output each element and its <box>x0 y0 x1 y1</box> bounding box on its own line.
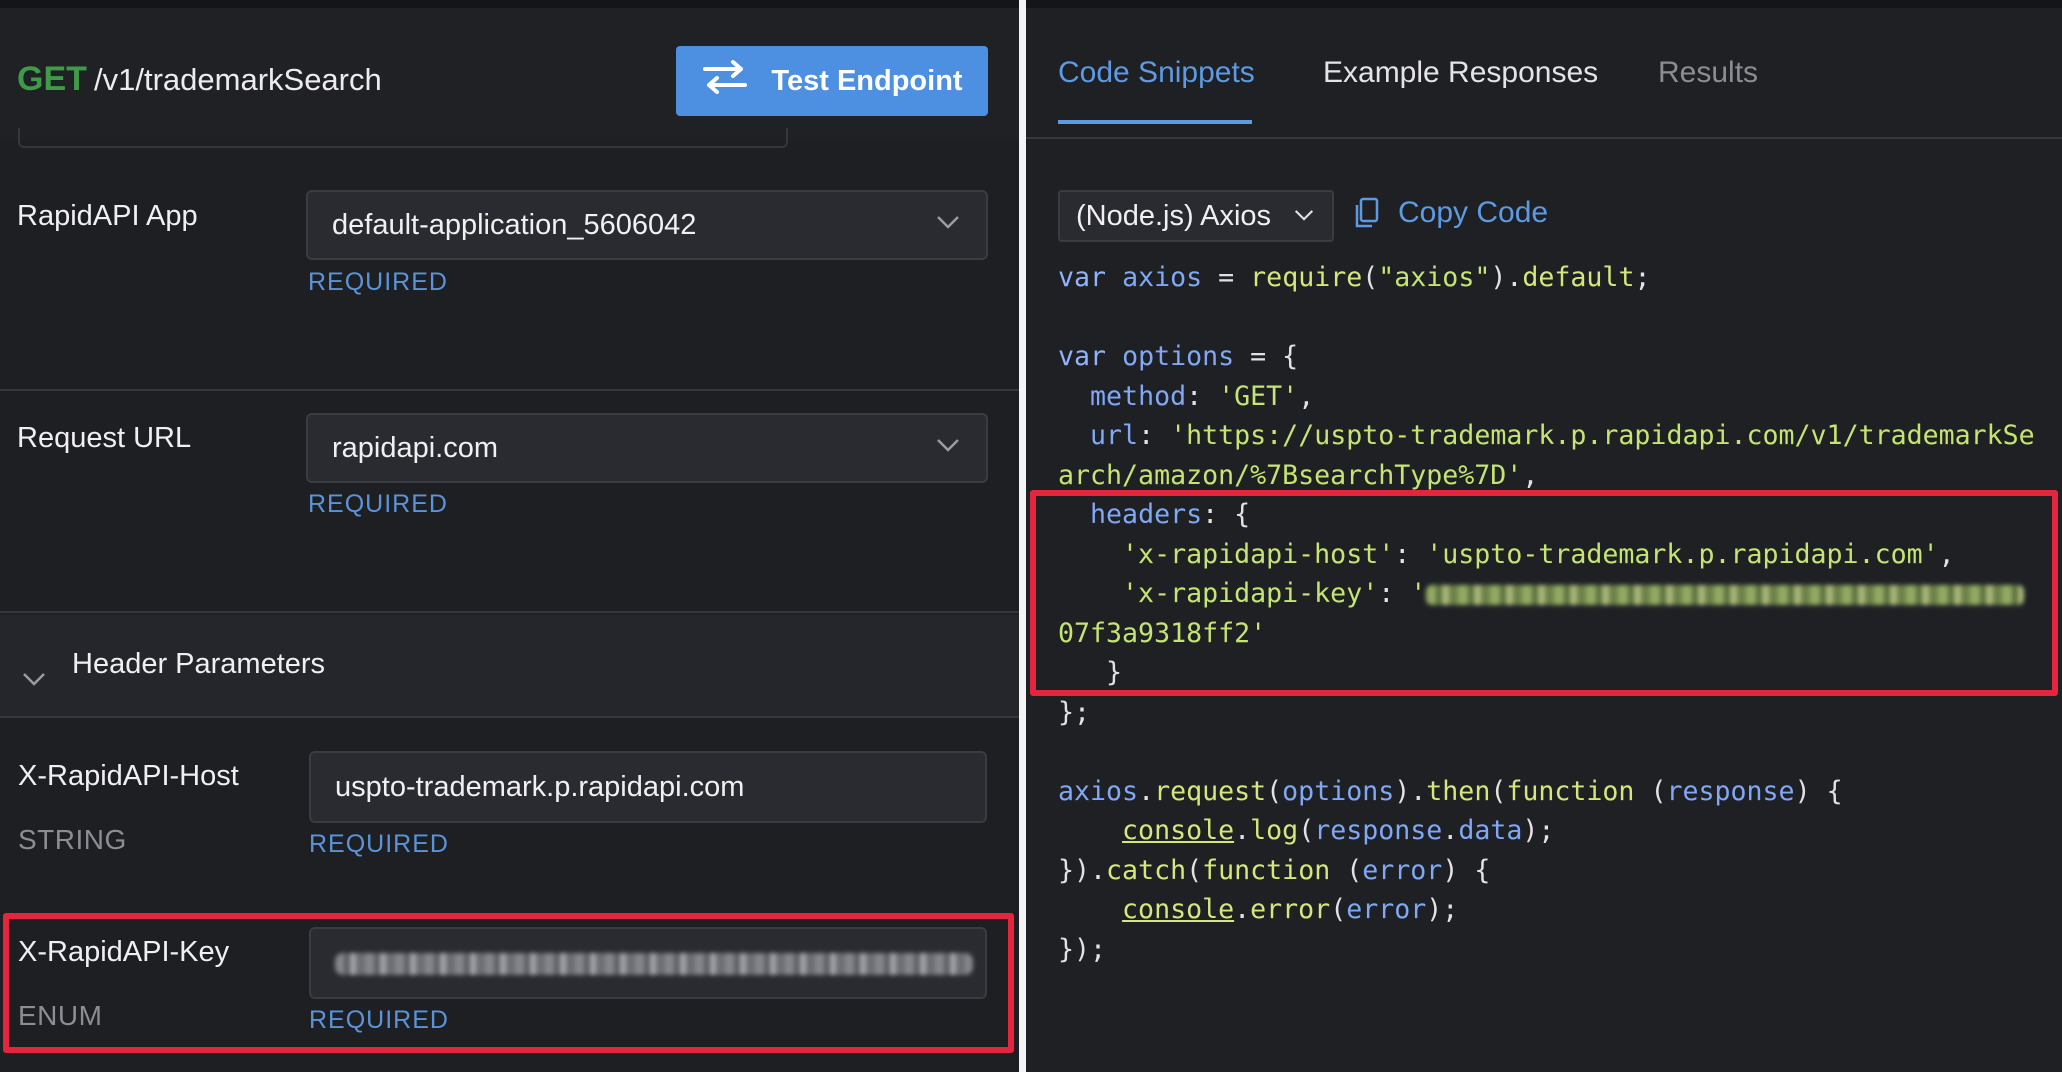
chevron-down-icon <box>1294 210 1314 221</box>
highlight-box <box>3 913 1014 1053</box>
endpoint-path: /v1/trademarkSearch <box>94 62 382 97</box>
header-params-title: Header Parameters <box>72 648 326 680</box>
app-param-label: RapidAPI App <box>17 200 198 232</box>
left-panel: GET /v1/trademarkSearch Test Endpoint Ra… <box>0 0 1019 1072</box>
host-input[interactable]: uspto-trademark.p.rapidapi.com <box>309 751 987 823</box>
endpoint-bar: GET /v1/trademarkSearch Test Endpoint <box>0 8 1019 140</box>
http-method: GET <box>17 60 87 98</box>
active-tab-indicator <box>1058 120 1252 124</box>
panel-divider <box>1019 0 1026 1072</box>
right-panel: Code Snippets Example Responses Results … <box>1026 0 2062 1072</box>
top-strip <box>0 0 1019 8</box>
app-select[interactable]: default-application_5606042 <box>306 190 988 260</box>
copy-icon <box>1355 197 1379 228</box>
divider <box>0 611 1019 613</box>
chevron-down-icon <box>937 216 959 229</box>
highlight-box <box>1030 490 2058 696</box>
language-select[interactable]: (Node.js) Axios <box>1058 190 1334 242</box>
copy-code-label: Copy Code <box>1398 196 1549 229</box>
chevron-down-icon <box>23 673 45 686</box>
host-param-label: X-RapidAPI-Host <box>18 760 239 792</box>
url-select-value: rapidapi.com <box>332 431 499 464</box>
copy-code-button[interactable]: Copy Code <box>1354 196 1548 230</box>
language-select-value: (Node.js) Axios <box>1076 199 1272 232</box>
host-param-type: STRING <box>18 824 127 855</box>
url-select[interactable]: rapidapi.com <box>306 413 988 483</box>
chevron-down-icon <box>937 439 959 452</box>
scrolled-field-edge <box>18 128 788 148</box>
top-strip <box>1026 0 2062 8</box>
app-required: REQUIRED <box>308 268 448 296</box>
url-param-label: Request URL <box>17 422 192 454</box>
swap-arrows-icon <box>701 60 749 102</box>
host-input-value: uspto-trademark.p.rapidapi.com <box>335 770 745 803</box>
test-endpoint-button[interactable]: Test Endpoint <box>676 46 988 116</box>
divider <box>0 389 1019 391</box>
test-endpoint-label: Test Endpoint <box>771 64 963 97</box>
tab-example-responses[interactable]: Example Responses <box>1323 56 1598 90</box>
tab-code-snippets[interactable]: Code Snippets <box>1058 56 1255 90</box>
divider <box>0 716 1019 718</box>
tab-results[interactable]: Results <box>1658 56 1758 90</box>
host-required: REQUIRED <box>309 830 449 858</box>
url-required: REQUIRED <box>308 490 448 518</box>
tab-bar: Code Snippets Example Responses Results <box>1026 8 2062 139</box>
app-select-value: default-application_5606042 <box>332 208 697 241</box>
